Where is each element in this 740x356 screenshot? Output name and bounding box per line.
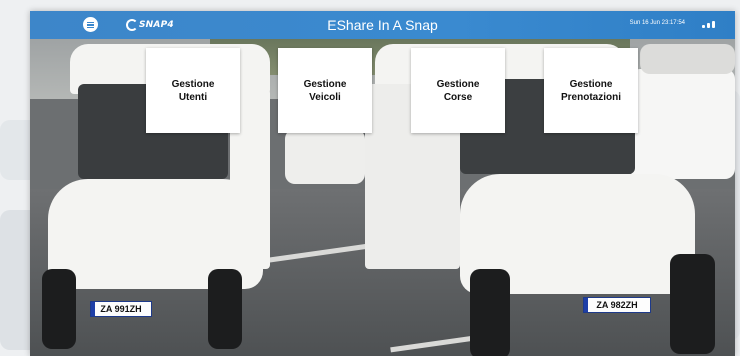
tile-label: Gestione [569, 78, 613, 90]
cart-wheel [42, 269, 76, 349]
bg-car [285, 129, 365, 184]
tile-gestione-prenotazioni[interactable]: Gestione Prenotazioni [544, 48, 638, 133]
bg-car [640, 44, 735, 74]
cart-wheel [470, 269, 510, 356]
tile-label: Corse [443, 91, 473, 103]
tile-label: Utenti [178, 91, 208, 103]
tile-label: Gestione [171, 78, 215, 90]
tile-gestione-corse[interactable]: Gestione Corse [411, 48, 505, 133]
tile-label: Gestione [436, 78, 480, 90]
cart-wheel [670, 254, 715, 354]
tile-gestione-utenti[interactable]: Gestione Utenti [146, 48, 240, 133]
bg-car [630, 69, 735, 179]
tile-label: Veicoli [309, 91, 341, 103]
datetime: Sun 16 Jun 23:17:54 [629, 20, 685, 26]
tile-gestione-veicoli[interactable]: Gestione Veicoli [278, 48, 372, 133]
license-plate: ZA 991ZH [90, 301, 152, 317]
tile-label: Gestione [303, 78, 347, 90]
tile-label: Prenotazioni [560, 91, 621, 103]
cart-wheel [208, 269, 242, 349]
app-window: ZA 991ZH ZA 982ZH SNAP4 EShare In A Snap… [30, 11, 735, 356]
signal-icon [702, 20, 718, 28]
license-plate: ZA 982ZH [583, 297, 651, 313]
top-bar: SNAP4 EShare In A Snap Sun 16 Jun 23:17:… [30, 11, 735, 39]
